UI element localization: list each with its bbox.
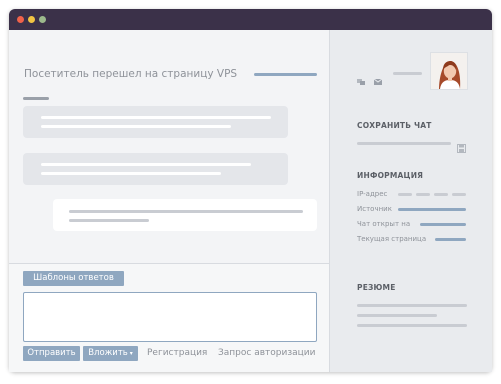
save-chat-line [357, 142, 451, 145]
auth-request-link[interactable]: Запрос авторизации [218, 346, 315, 361]
message-bubble [23, 106, 288, 138]
window-titlebar [9, 9, 492, 30]
message-line [69, 210, 303, 213]
info-row-label: Источник [357, 205, 392, 213]
save-icon[interactable] [457, 138, 466, 153]
resume-line [357, 304, 467, 307]
registration-link[interactable]: Регистрация [147, 346, 207, 361]
message-bubble-reply [53, 199, 317, 231]
info-row-label: IP-адрес [357, 190, 388, 198]
attach-label: Вложить [88, 348, 128, 358]
info-row-label: Чат открыт на [357, 220, 411, 228]
chevron-down-icon: ▾ [129, 350, 133, 357]
maximize-window-dot[interactable] [39, 16, 46, 23]
info-row-value [398, 208, 466, 211]
message-input[interactable] [23, 292, 317, 342]
message-line [69, 219, 149, 222]
info-row-label: Текущая страница [357, 235, 427, 243]
windows-icon[interactable] [357, 70, 365, 85]
message-line [41, 116, 271, 119]
info-row-value [398, 193, 412, 196]
resume-line [357, 324, 467, 327]
visitor-event-line [254, 73, 317, 76]
templates-button[interactable]: Шаблоны ответов [23, 271, 124, 286]
message-line [41, 163, 251, 166]
avatar [430, 52, 468, 90]
info-row-value [420, 223, 466, 226]
message-bubble [23, 153, 288, 185]
resume-line [357, 314, 437, 317]
mail-icon[interactable] [373, 70, 383, 85]
message-line [41, 125, 231, 128]
info-row-value [435, 238, 466, 241]
close-window-dot[interactable] [17, 16, 24, 23]
attach-button[interactable]: Вложить ▾ [83, 346, 138, 361]
info-row-value [434, 193, 448, 196]
info-heading: ИНФОРМАЦИЯ [357, 171, 424, 180]
resume-heading: РЕЗЮМЕ [357, 283, 396, 292]
info-row-value [452, 193, 466, 196]
visitor-name-line [393, 72, 422, 75]
operator-marker [23, 97, 49, 100]
info-row-value [416, 193, 430, 196]
send-button[interactable]: Отправить [23, 346, 80, 361]
minimize-window-dot[interactable] [28, 16, 35, 23]
save-chat-heading: СОХРАНИТЬ ЧАТ [357, 121, 432, 130]
message-line [41, 172, 221, 175]
visitor-event-text: Посетитель перешел на страницу VPS [24, 68, 238, 80]
